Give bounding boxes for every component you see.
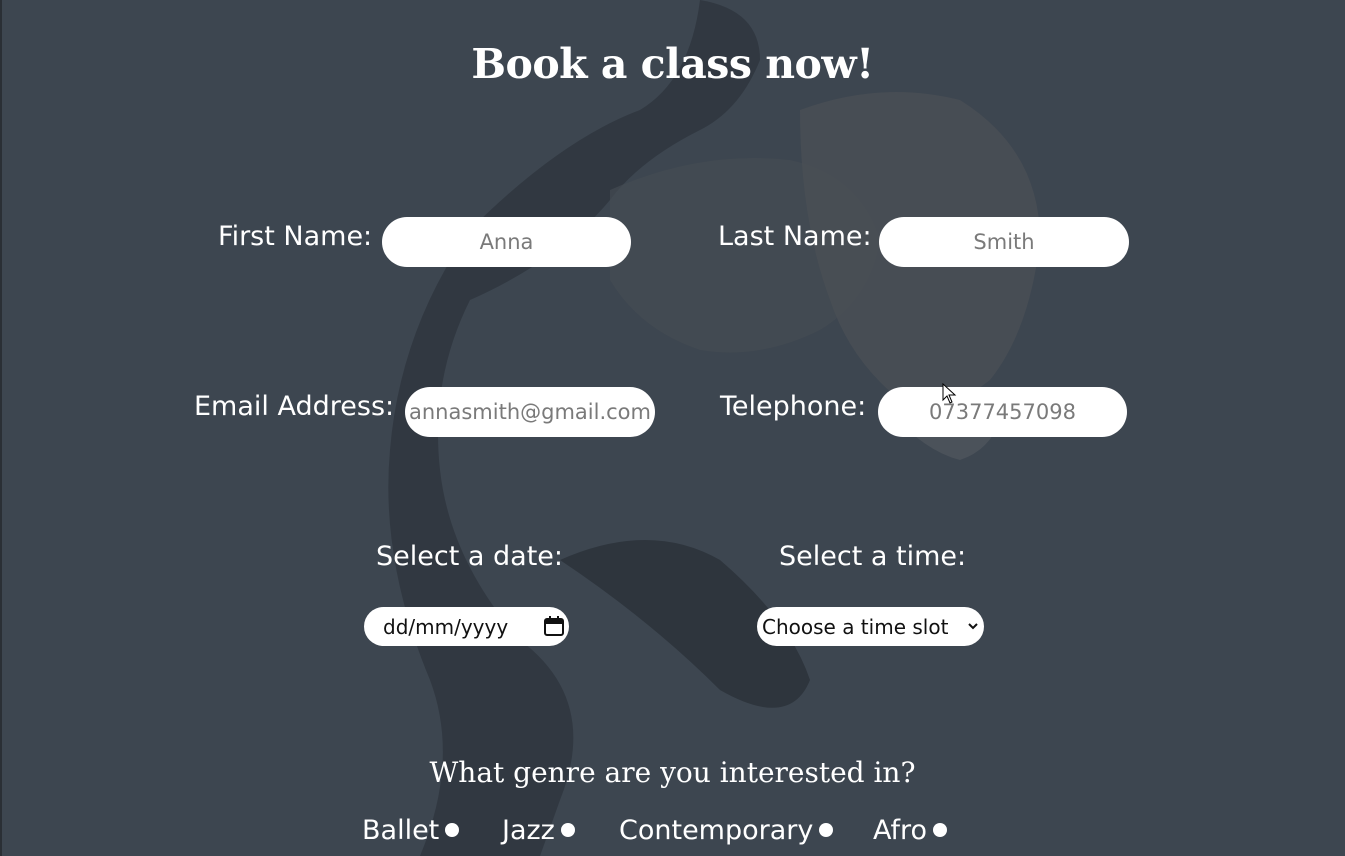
- first-name-label: First Name:: [218, 221, 373, 252]
- genre-option-contemporary[interactable]: Contemporary: [619, 815, 834, 846]
- time-label: Select a time:: [779, 541, 967, 572]
- radio-button[interactable]: [445, 822, 460, 837]
- telephone-input[interactable]: [878, 387, 1127, 437]
- genre-option-ballet[interactable]: Ballet: [362, 815, 460, 846]
- genre-option-afro[interactable]: Afro: [873, 815, 948, 846]
- first-name-input[interactable]: [382, 217, 631, 267]
- mouse-cursor-icon: [942, 383, 957, 404]
- genre-question: What genre are you interested in?: [429, 756, 916, 789]
- calendar-icon[interactable]: [543, 615, 565, 637]
- radio-button[interactable]: [560, 822, 575, 837]
- genre-option-label: Jazz: [502, 815, 555, 846]
- radio-button[interactable]: [819, 822, 834, 837]
- last-name-input[interactable]: [879, 217, 1129, 267]
- page-title: Book a class now!: [471, 40, 874, 88]
- time-slot-select[interactable]: Choose a time slot: [757, 607, 984, 646]
- radio-button[interactable]: [933, 822, 948, 837]
- date-input-value: dd/mm/yyyy: [383, 614, 509, 639]
- genre-option-jazz[interactable]: Jazz: [502, 815, 575, 846]
- email-label: Email Address:: [194, 391, 395, 422]
- genre-option-label: Ballet: [362, 815, 440, 846]
- chevron-down-icon: [968, 623, 978, 630]
- telephone-label: Telephone:: [720, 391, 867, 422]
- time-slot-selected: Choose a time slot: [762, 614, 949, 639]
- genre-option-label: Afro: [873, 815, 928, 846]
- email-input[interactable]: [405, 387, 655, 437]
- genre-option-label: Contemporary: [619, 815, 814, 846]
- date-label: Select a date:: [376, 541, 563, 572]
- background-dancer-image: [388, 0, 1040, 856]
- date-input[interactable]: dd/mm/yyyy: [364, 607, 569, 646]
- last-name-label: Last Name:: [718, 221, 872, 252]
